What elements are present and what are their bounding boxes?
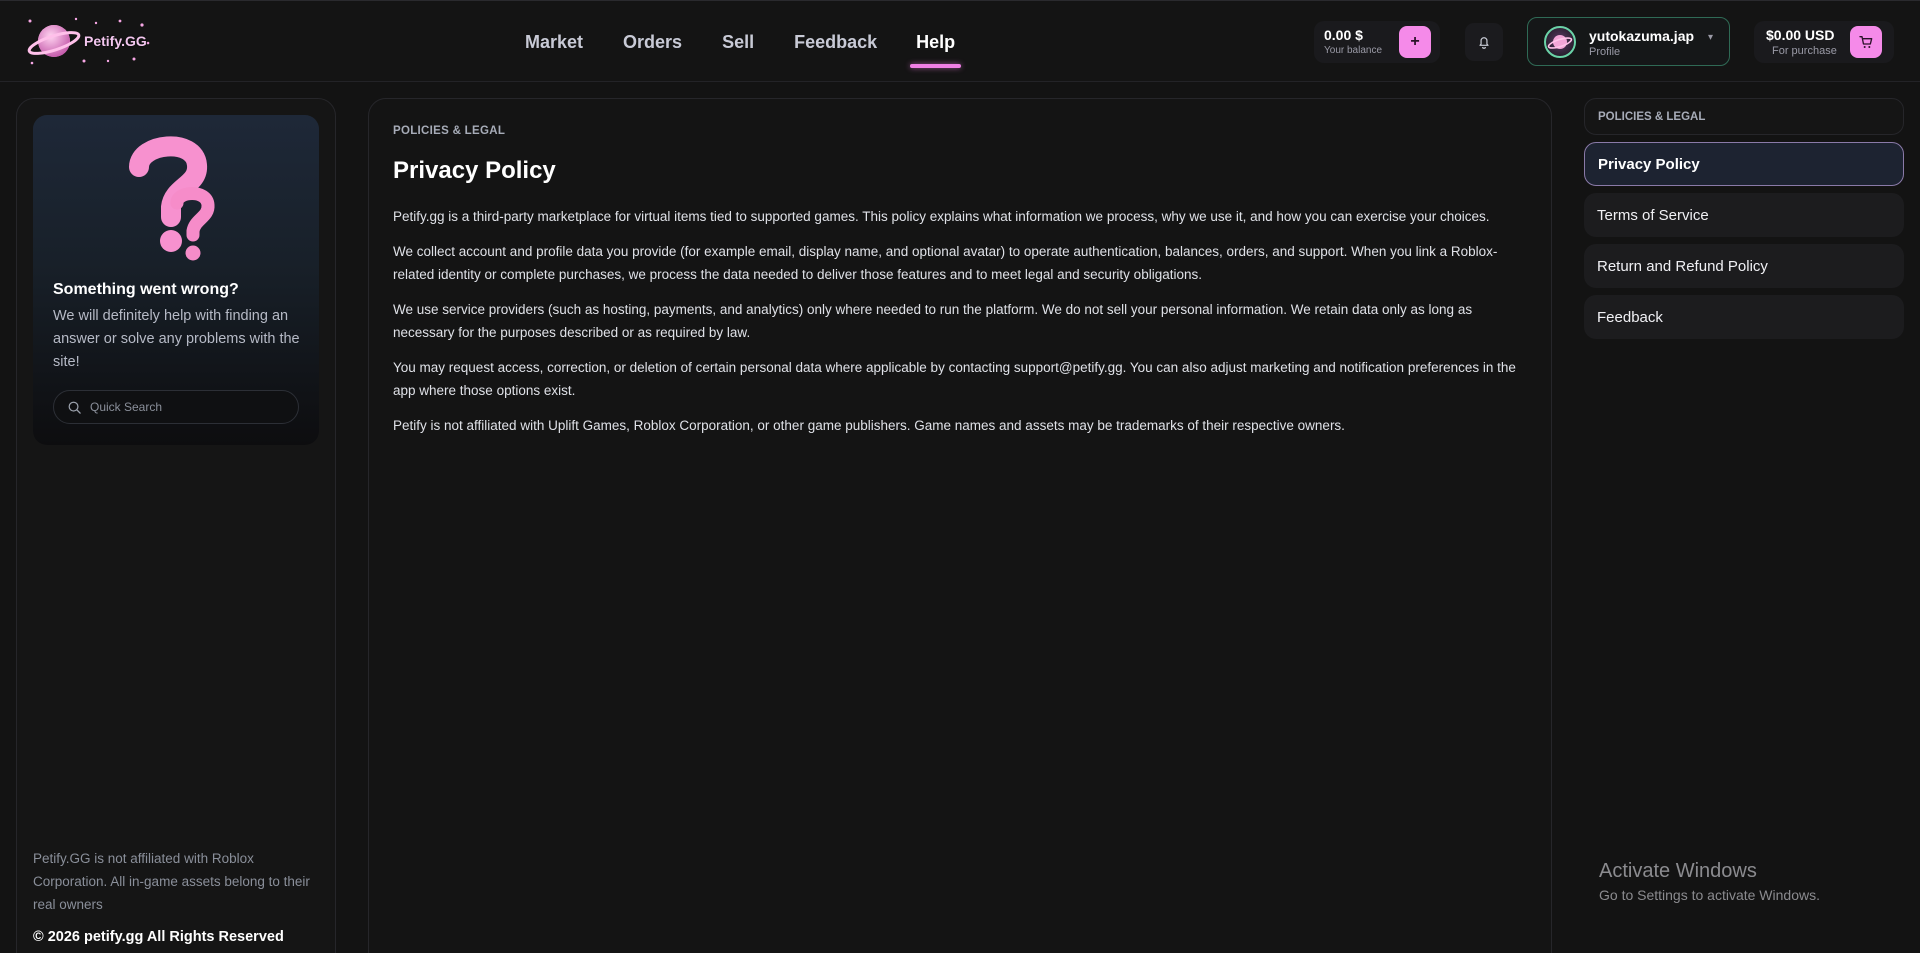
policies-nav: POLICIES & LEGAL Privacy Policy Terms of… xyxy=(1584,98,1904,346)
left-sidebar: Something went wrong? We will definitely… xyxy=(16,98,336,953)
brand-name: Petify.GG xyxy=(84,33,147,49)
policy-content: POLICIES & LEGAL Privacy Policy Petify.g… xyxy=(368,98,1552,953)
policy-paragraph: We use service providers (such as hostin… xyxy=(393,302,1473,340)
cart-widget: $0.00 USD For purchase xyxy=(1754,21,1894,63)
windows-activation-watermark: Activate Windows Go to Settings to activ… xyxy=(1599,860,1820,903)
page-title: Privacy Policy xyxy=(393,157,556,184)
nav-help[interactable]: Help xyxy=(910,1,962,83)
policy-body: Petify.gg is a third-party marketplace f… xyxy=(393,205,1533,449)
nav-market[interactable]: Market xyxy=(525,1,583,83)
quick-search xyxy=(53,390,299,424)
policy-paragraph: You may request access, correction, or d… xyxy=(393,360,1516,398)
main-nav: Market Orders Sell Feedback Help xyxy=(525,1,962,83)
watermark-subtitle: Go to Settings to activate Windows. xyxy=(1599,887,1820,903)
watermark-title: Activate Windows xyxy=(1599,860,1757,882)
balance-widget: 0.00 $ Your balance + xyxy=(1314,21,1440,63)
policies-nav-terms-of-service[interactable]: Terms of Service xyxy=(1584,193,1904,237)
help-title: Something went wrong? xyxy=(53,281,239,298)
profile-username: yutokazuma.jap xyxy=(1589,28,1695,44)
breadcrumb: POLICIES & LEGAL xyxy=(393,125,506,137)
add-balance-button[interactable]: + xyxy=(1399,26,1431,58)
policies-nav-feedback[interactable]: Feedback xyxy=(1584,295,1904,339)
avatar xyxy=(1544,26,1576,58)
planet-avatar-icon xyxy=(1547,35,1573,49)
policies-nav-heading: POLICIES & LEGAL xyxy=(1584,98,1904,135)
notifications-button[interactable] xyxy=(1465,23,1503,61)
search-icon xyxy=(68,401,81,414)
nav-orders[interactable]: Orders xyxy=(623,1,682,83)
balance-label: Your balance xyxy=(1324,45,1383,56)
affiliation-disclaimer: Petify.GG is not affiliated with Roblox … xyxy=(33,851,310,912)
cart-amount: $0.00 USD xyxy=(1766,27,1835,43)
top-navigation-bar: Petify.GG Market Orders Sell Feedback He… xyxy=(0,0,1920,82)
brand-logo[interactable]: Petify.GG xyxy=(24,13,156,71)
profile-label: Profile xyxy=(1589,46,1621,58)
copyright: © 2026 petify.gg All Rights Reserved xyxy=(33,929,284,945)
help-description: We will definitely help with finding an … xyxy=(53,308,300,370)
question-marks-icon xyxy=(129,136,215,261)
cart-label: For purchase xyxy=(1772,45,1837,57)
cart-button[interactable] xyxy=(1850,26,1882,58)
profile-menu[interactable]: yutokazuma.jap Profile ▾ xyxy=(1527,17,1730,66)
help-card: Something went wrong? We will definitely… xyxy=(33,115,319,445)
policies-nav-refund-policy[interactable]: Return and Refund Policy xyxy=(1584,244,1904,288)
nav-sell[interactable]: Sell xyxy=(722,1,754,83)
policy-paragraph: Petify.gg is a third-party marketplace f… xyxy=(393,209,1490,224)
chevron-down-icon: ▾ xyxy=(1708,32,1714,43)
quick-search-input[interactable] xyxy=(90,391,290,423)
policy-paragraph: We collect account and profile data you … xyxy=(393,244,1498,282)
policies-nav-privacy-policy[interactable]: Privacy Policy xyxy=(1584,142,1904,186)
policy-paragraph: Petify is not affiliated with Uplift Gam… xyxy=(393,418,1345,433)
cart-icon xyxy=(1859,36,1873,48)
bell-icon xyxy=(1479,37,1489,49)
balance-amount: 0.00 $ xyxy=(1324,27,1363,43)
nav-feedback[interactable]: Feedback xyxy=(794,1,877,83)
